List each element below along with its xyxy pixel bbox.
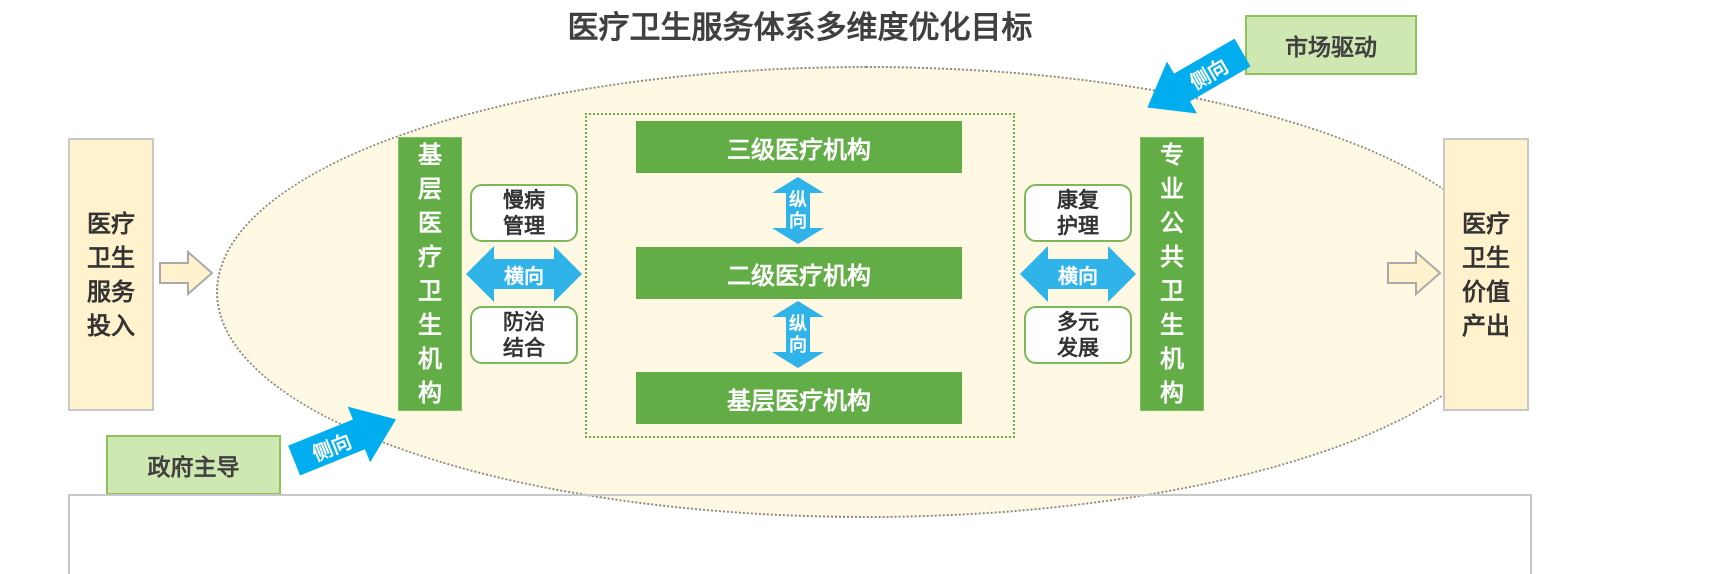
prevention-label: 防治结合: [503, 310, 545, 360]
output-arrow-icon: [1387, 250, 1442, 296]
government-lead-box: 政府主导: [106, 435, 281, 495]
input-label: 医疗卫生服务投入: [87, 209, 135, 340]
diversified-label: 多元发展: [1057, 310, 1099, 360]
tier-secondary: 二级医疗机构: [636, 247, 962, 299]
chronic-disease-label: 慢病管理: [503, 188, 545, 238]
chronic-disease-box: 慢病管理: [470, 184, 578, 242]
horizontal-label: 横向: [504, 263, 544, 288]
tier-tertiary: 三级医疗机构: [636, 121, 962, 173]
left-column-label: 基层医疗卫生机构: [418, 141, 442, 407]
vertical-arrow-lower: 纵向: [770, 301, 826, 368]
market-driver-box: 市场驱动: [1245, 15, 1417, 75]
vertical-arrow-upper: 纵向: [770, 177, 826, 244]
prevention-box: 防治结合: [470, 306, 578, 364]
output-label: 医疗卫生价值产出: [1462, 209, 1510, 340]
output-box: 医疗卫生价值产出: [1443, 138, 1529, 411]
bottom-panel: [68, 494, 1532, 574]
rehab-box: 康复护理: [1024, 184, 1132, 242]
input-arrow-icon: [159, 250, 214, 296]
input-box: 医疗卫生服务投入: [68, 138, 154, 411]
primary-public-health-column: 基层医疗卫生机构: [398, 137, 462, 411]
right-column-label: 专业公共卫生机构: [1160, 141, 1184, 407]
vertical-label: 纵向: [789, 189, 807, 232]
diversified-box: 多元发展: [1024, 306, 1132, 364]
rehab-label: 康复护理: [1057, 188, 1099, 238]
specialized-public-health-column: 专业公共卫生机构: [1140, 137, 1204, 411]
vertical-label: 纵向: [789, 313, 807, 356]
horizontal-arrow-left: 横向: [466, 246, 582, 302]
horizontal-label: 横向: [1058, 263, 1098, 288]
tier-primary: 基层医疗机构: [636, 372, 962, 424]
horizontal-arrow-right: 横向: [1020, 246, 1136, 302]
